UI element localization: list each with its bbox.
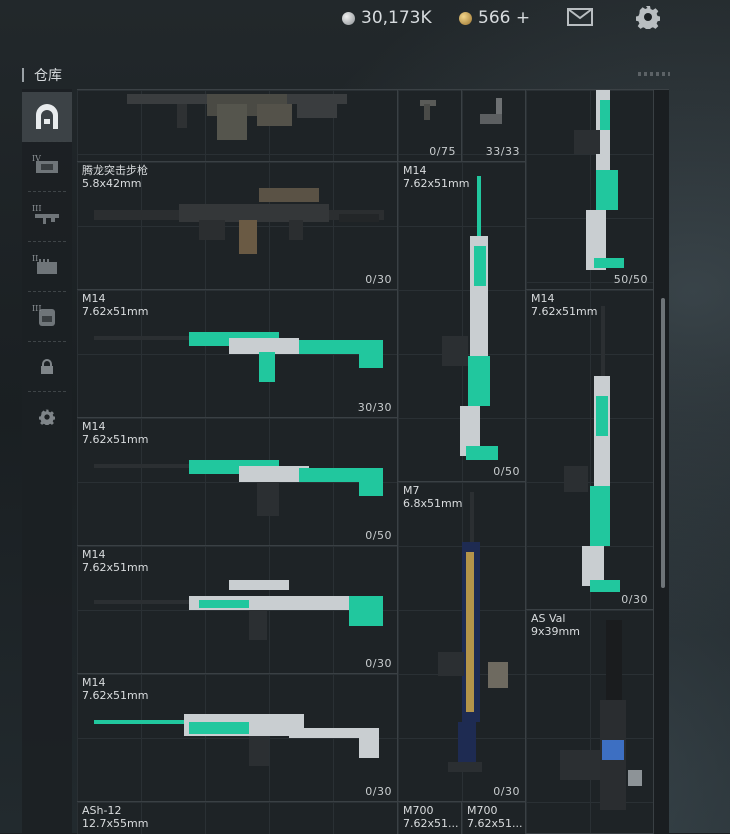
silver-coin-icon (342, 11, 355, 25)
tab-settings[interactable] (22, 392, 72, 442)
item-ammo: 33/33 (485, 145, 520, 158)
item-ammo: 0/30 (621, 593, 648, 606)
tab-all-items[interactable] (22, 92, 72, 142)
item-ammo: 0/50 (493, 465, 520, 478)
inventory-item[interactable]: M14 7.62x51mm 0/30 (526, 290, 654, 610)
grid-scrollbar[interactable] (661, 298, 665, 588)
item-caliber: 12.7x55mm (82, 817, 149, 830)
dotted-divider (638, 72, 670, 76)
top-bar: 30,173K 566 + (0, 0, 730, 36)
m14-rifle-image (94, 714, 379, 766)
item-caliber: 7.62x51... (403, 817, 459, 830)
item-ammo: 0/50 (365, 529, 392, 542)
item-name: M700 (467, 804, 498, 817)
item-name: M14 (82, 420, 106, 433)
pistol-grip-image (420, 100, 436, 120)
inventory-item[interactable]: M14 7.62x51mm 0/30 (77, 546, 398, 674)
item-caliber: 7.62x51mm (82, 689, 149, 702)
inventory-item[interactable]: M14 7.62x51mm 0/30 (77, 674, 398, 802)
gold-currency[interactable]: 566 + (459, 6, 530, 30)
item-name: M14 (82, 292, 106, 305)
m14-rifle-image (94, 580, 383, 640)
tab-locked[interactable] (22, 342, 72, 392)
gold-amount: 566 + (478, 8, 531, 28)
item-ammo: 0/75 (429, 145, 456, 158)
item-ammo: 50/50 (613, 273, 648, 286)
lock-icon (41, 359, 53, 374)
gear-icon (636, 6, 660, 29)
m7-rifle-image (438, 492, 508, 772)
section-title-text: 仓库 (34, 68, 62, 84)
magazine-image (480, 98, 502, 124)
item-ammo: 0/30 (365, 657, 392, 670)
tab-tier-4[interactable]: IV (22, 142, 72, 192)
item-name: M14 (82, 676, 106, 689)
inventory-item[interactable]: 50/50 (526, 90, 654, 290)
mail-button[interactable] (566, 5, 594, 29)
as-val-rifle-image (560, 620, 642, 810)
tier-label: III (32, 204, 42, 213)
inventory-item[interactable]: M14 7.62x51mm 0/50 (398, 162, 526, 482)
gold-coin-icon (459, 11, 472, 25)
m14-rifle-image (564, 306, 620, 592)
m14-rifle-image (94, 332, 383, 382)
m14-rifle-image (442, 176, 498, 460)
silver-amount: 30,173K (361, 8, 432, 28)
inventory-item[interactable]: 0/75 (398, 90, 462, 162)
inventory-item[interactable]: M700 7.62x51... (462, 802, 526, 834)
inventory-item[interactable]: 33/33 (462, 90, 526, 162)
tier-label: II (32, 254, 39, 263)
m14-rifle-image (574, 90, 624, 270)
category-sidebar: IV III II III (22, 89, 72, 833)
tier-label: IV (32, 154, 41, 163)
gear-icon (39, 409, 55, 425)
title-bar (22, 68, 24, 82)
inventory-item[interactable]: M7 6.8x51mm 0/30 (398, 482, 526, 802)
tab-tier-3-gear[interactable]: III (22, 292, 72, 342)
settings-button[interactable] (634, 5, 662, 29)
item-name: M14 (82, 548, 106, 561)
inventory-grid: 0/75 33/33 50/50 腾龙突击步枪 5.8x42mm 0/30 M1… (77, 89, 669, 834)
tier-label: III (32, 304, 42, 313)
inventory-item[interactable]: M14 7.62x51mm 30/30 (77, 290, 398, 418)
machine-gun-image (127, 94, 347, 140)
inventory-item[interactable]: M700 7.62x51... (398, 802, 462, 834)
inventory-item[interactable]: M14 7.62x51mm 0/50 (77, 418, 398, 546)
mail-icon (567, 8, 593, 26)
item-ammo: 0/30 (493, 785, 520, 798)
section-title: 仓库 (22, 66, 62, 84)
item-name: ASh-12 (82, 804, 122, 817)
inventory-item[interactable] (77, 90, 398, 162)
tab-tier-2[interactable]: II (22, 242, 72, 292)
item-caliber: 7.62x51... (467, 817, 523, 830)
warehouse-icon (36, 104, 58, 129)
silver-currency[interactable]: 30,173K (342, 6, 432, 30)
item-ammo: 0/30 (365, 785, 392, 798)
item-name: M700 (403, 804, 434, 817)
inventory-item[interactable]: ASh-12 12.7x55mm (77, 802, 398, 834)
item-ammo: 30/30 (357, 401, 392, 414)
inventory-item[interactable]: 腾龙突击步枪 5.8x42mm 0/30 (77, 162, 398, 290)
item-name: M14 (531, 292, 555, 305)
tab-tier-3-weapons[interactable]: III (22, 192, 72, 242)
m14-rifle-image (94, 460, 383, 516)
item-ammo: 0/30 (365, 273, 392, 286)
inventory-item[interactable]: AS Val 9x39mm (526, 610, 654, 834)
tenglong-rifle-image (94, 188, 384, 254)
